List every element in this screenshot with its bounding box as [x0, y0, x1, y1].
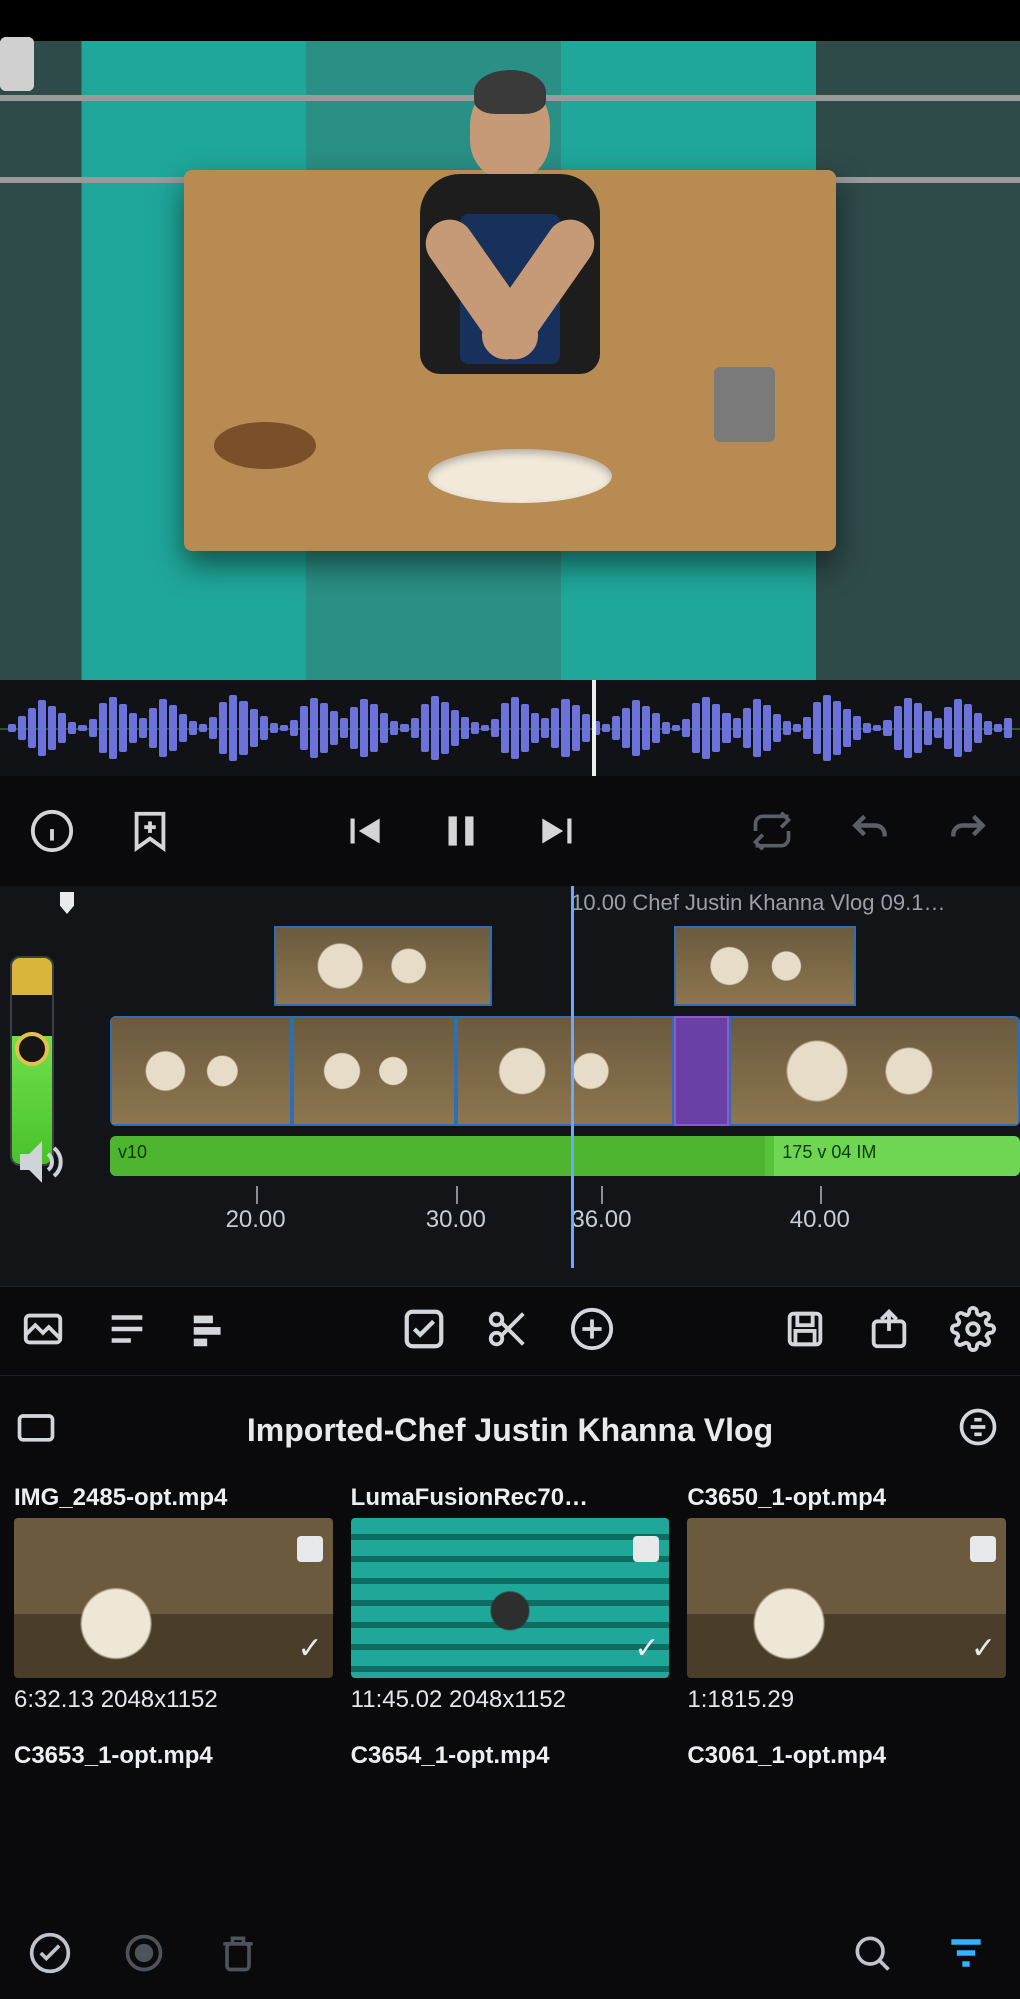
ruler-label: 36.00 — [571, 1206, 631, 1234]
media-meta: 1:1815.29 — [687, 1686, 1006, 1714]
check-icon: ✓ — [971, 1631, 996, 1666]
audio-track[interactable]: v10 175 v 04 IM — [110, 1136, 1020, 1176]
filter-icon[interactable] — [944, 1931, 992, 1979]
select-box-icon[interactable] — [970, 1536, 996, 1562]
media-item[interactable]: LumaFusionRec70… ✓ 11:45.02 2048x1152 — [351, 1484, 670, 1714]
pause-button[interactable] — [433, 803, 489, 859]
audio-waveform[interactable] — [0, 680, 1020, 776]
media-filename[interactable]: C3061_1-opt.mp4 — [687, 1734, 1006, 1778]
loop-icon[interactable] — [744, 803, 800, 859]
check-icon: ✓ — [298, 1631, 323, 1666]
media-filename: LumaFusionRec70… — [351, 1484, 670, 1512]
undo-button[interactable] — [842, 803, 898, 859]
browser-title: Imported-Chef Justin Khanna Vlog — [247, 1412, 773, 1449]
list-tool-icon[interactable] — [104, 1306, 154, 1356]
save-tool-icon[interactable] — [782, 1306, 832, 1356]
add-tool-icon[interactable] — [569, 1306, 619, 1356]
media-filename[interactable]: C3654_1-opt.mp4 — [351, 1734, 670, 1778]
settings-tool-icon[interactable] — [950, 1306, 1000, 1356]
align-tool-icon[interactable] — [188, 1306, 238, 1356]
video-preview[interactable] — [0, 0, 1020, 680]
cut-tool-icon[interactable] — [485, 1306, 535, 1356]
audio-seg-label: v10 — [110, 1136, 765, 1169]
folder-icon[interactable] — [14, 1405, 64, 1455]
media-browser: Imported-Chef Justin Khanna Vlog IMG_248… — [0, 1376, 1020, 1778]
time-ruler[interactable]: 20.00 30.00 36.00 40.00 — [110, 1186, 1020, 1256]
speaker-icon[interactable] — [16, 1138, 64, 1186]
checkbox-tool-icon[interactable] — [401, 1306, 451, 1356]
sort-icon[interactable] — [956, 1405, 1006, 1455]
waveform-playhead[interactable] — [592, 680, 596, 776]
timeline-playhead[interactable] — [571, 886, 574, 1268]
image-tool-icon[interactable] — [20, 1306, 70, 1356]
bottom-bar — [0, 1911, 1020, 1999]
media-item[interactable]: IMG_2485-opt.mp4 ✓ 6:32.13 2048x1152 — [14, 1484, 333, 1714]
info-icon[interactable] — [24, 803, 80, 859]
overlay-track[interactable] — [110, 926, 1020, 1006]
check-icon: ✓ — [634, 1631, 659, 1666]
media-meta: 11:45.02 2048x1152 — [351, 1686, 670, 1714]
audio-seg-label: 175 v 04 IM — [774, 1136, 1020, 1169]
skip-previous-button[interactable] — [335, 803, 391, 859]
media-filename: C3650_1-opt.mp4 — [687, 1484, 1006, 1512]
skip-next-button[interactable] — [531, 803, 587, 859]
select-box-icon[interactable] — [297, 1536, 323, 1562]
media-item[interactable]: C3650_1-opt.mp4 ✓ 1:1815.29 — [687, 1484, 1006, 1714]
media-meta: 6:32.13 2048x1152 — [14, 1686, 333, 1714]
ruler-label: 30.00 — [426, 1206, 486, 1234]
media-filename: IMG_2485-opt.mp4 — [14, 1484, 333, 1512]
timeline-marker[interactable] — [60, 892, 74, 914]
timeline[interactable]: 10.00 Chef Justin Khanna Vlog 09.1… v10 … — [0, 886, 1020, 1286]
ruler-label: 40.00 — [790, 1206, 850, 1234]
export-tool-icon[interactable] — [866, 1306, 916, 1356]
trash-icon[interactable] — [216, 1931, 264, 1979]
search-icon[interactable] — [850, 1931, 898, 1979]
vu-meter[interactable] — [10, 956, 54, 1166]
main-video-track[interactable] — [110, 1016, 1020, 1126]
ruler-label: 20.00 — [226, 1206, 286, 1234]
redo-button[interactable] — [940, 803, 996, 859]
tool-row — [0, 1286, 1020, 1376]
record-icon[interactable] — [122, 1931, 170, 1979]
bookmark-add-icon[interactable] — [122, 803, 178, 859]
media-filename[interactable]: C3653_1-opt.mp4 — [14, 1734, 333, 1778]
select-box-icon[interactable] — [633, 1536, 659, 1562]
select-all-icon[interactable] — [28, 1931, 76, 1979]
clip-info-label: 10.00 Chef Justin Khanna Vlog 09.1… — [571, 890, 945, 916]
transport-bar — [0, 776, 1020, 886]
